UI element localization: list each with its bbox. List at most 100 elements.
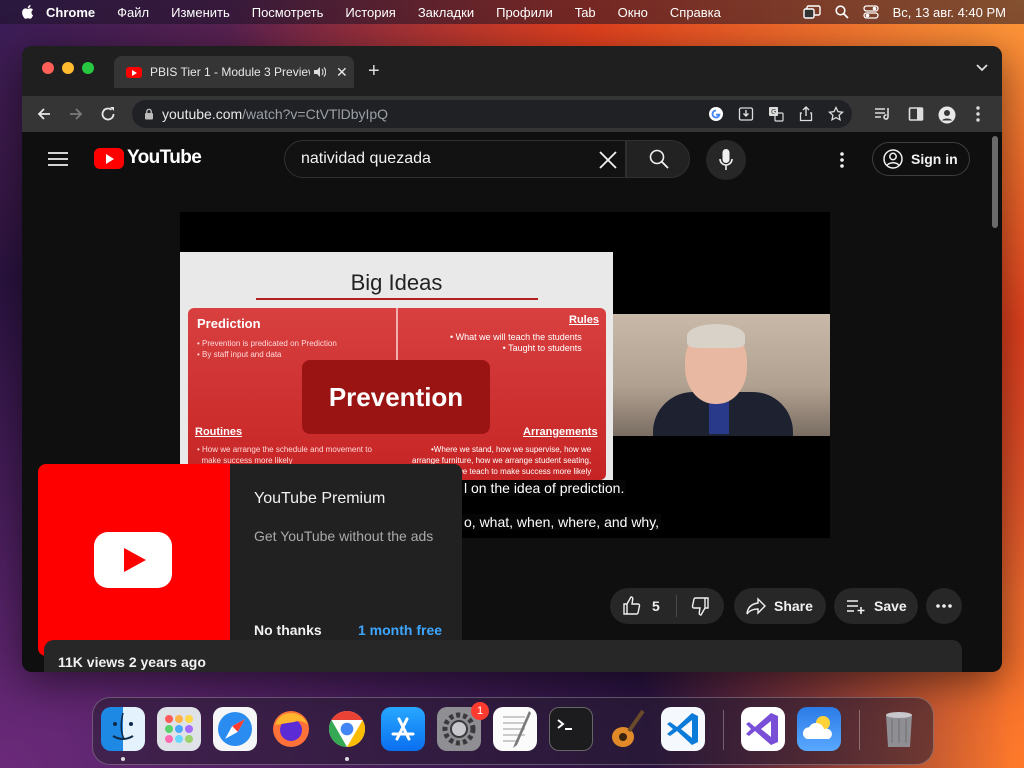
menu-tab[interactable]: Tab — [575, 5, 596, 20]
guide-menu-icon[interactable] — [48, 152, 68, 166]
slide-prevention: Prevention — [302, 360, 490, 434]
promo-title: YouTube Premium — [254, 490, 386, 507]
youtube-favicon-icon — [126, 66, 142, 78]
garageband-icon[interactable] — [605, 707, 649, 751]
video-description[interactable]: 11K views 2 years ago — [44, 640, 962, 672]
menubar-clock[interactable]: Вс, 13 авг. 4:40 PM — [893, 5, 1006, 20]
apple-icon[interactable] — [20, 4, 34, 20]
save-button[interactable]: Save — [834, 588, 918, 624]
launchpad-icon[interactable] — [157, 707, 201, 751]
youtube-premium-promo: YouTube Premium Get YouTube without the … — [38, 464, 462, 656]
search-query: natividad quezada — [301, 150, 431, 167]
chrome-window: PBIS Tier 1 - Module 3 Preview ✕ + youtu… — [22, 46, 1002, 672]
install-app-icon[interactable] — [738, 106, 754, 122]
address-bar[interactable]: youtube.com/watch?v=CtVTlDbyIpQ G — [132, 100, 852, 128]
chrome-icon[interactable] — [325, 707, 369, 751]
url-host: youtube.com — [162, 106, 243, 122]
menu-edit[interactable]: Изменить — [171, 5, 230, 20]
dock-separator-trash — [859, 710, 860, 750]
speaker-video-inset — [613, 314, 830, 436]
side-panel-icon[interactable] — [908, 106, 924, 122]
vscode-icon[interactable] — [661, 707, 705, 751]
back-arrow-icon[interactable] — [36, 106, 52, 122]
audio-playing-icon[interactable] — [314, 67, 326, 77]
menu-history[interactable]: История — [345, 5, 395, 20]
page-scrollbar[interactable] — [990, 134, 1000, 670]
app-store-icon[interactable] — [381, 707, 425, 751]
menu-view[interactable]: Посмотреть — [252, 5, 324, 20]
like-button[interactable]: 5 — [610, 588, 676, 624]
sign-in-button[interactable]: Sign in — [872, 142, 970, 176]
site-info-icon[interactable] — [144, 108, 154, 120]
trash-icon[interactable] — [877, 707, 921, 751]
forward-arrow-icon[interactable] — [68, 106, 84, 122]
view-count-and-date: 11K views 2 years ago — [58, 654, 206, 670]
slide-title: Big Ideas — [350, 270, 443, 295]
settings-notification-badge: 1 — [471, 702, 489, 720]
microphone-icon — [719, 149, 733, 170]
close-window-button[interactable] — [42, 62, 54, 74]
promo-subtitle: Get YouTube without the ads — [254, 528, 434, 544]
textedit-icon[interactable] — [493, 707, 537, 751]
dislike-button[interactable] — [677, 588, 723, 624]
settings-more-icon[interactable] — [840, 152, 844, 168]
slide-arrangements: Arrangements — [523, 426, 598, 438]
control-center-icon[interactable] — [862, 5, 879, 19]
one-month-free-button[interactable]: 1 month free — [358, 622, 442, 638]
menu-help[interactable]: Справка — [670, 5, 721, 20]
spotlight-search-icon[interactable] — [834, 5, 849, 19]
sign-in-label: Sign in — [911, 151, 958, 167]
slide-panel-split — [396, 308, 398, 368]
share-button[interactable]: Share — [734, 588, 826, 624]
scrollbar-thumb[interactable] — [992, 136, 998, 228]
terminal-icon[interactable] — [549, 707, 593, 751]
screen-mirroring-icon[interactable] — [802, 5, 821, 19]
new-tab-icon[interactable]: + — [368, 60, 380, 83]
reload-icon[interactable] — [100, 106, 116, 122]
weather-icon[interactable] — [797, 707, 841, 751]
caption-line-1: l on the idea of prediction. — [462, 480, 627, 496]
thumbs-up-icon — [623, 596, 641, 615]
youtube-logo-text: YouTube — [127, 147, 202, 168]
google-lens-icon[interactable] — [708, 106, 724, 122]
finder-icon[interactable] — [101, 707, 145, 751]
youtube-header: YouTube natividad quezada Sign in — [22, 132, 988, 188]
chrome-menu-icon[interactable] — [976, 106, 980, 122]
close-tab-icon[interactable]: ✕ — [336, 64, 348, 81]
reading-list-icon[interactable] — [874, 106, 892, 122]
voice-search-button[interactable] — [706, 140, 746, 180]
slide-rules: Rules — [569, 314, 599, 326]
clear-search-icon[interactable] — [597, 149, 619, 171]
more-actions-button[interactable] — [926, 588, 962, 624]
menu-chrome[interactable]: Chrome — [46, 5, 95, 20]
profile-avatar-icon[interactable] — [938, 106, 956, 124]
search-icon — [649, 149, 669, 169]
like-dislike-group: 5 — [610, 588, 724, 624]
menu-bookmarks[interactable]: Закладки — [418, 5, 474, 20]
no-thanks-button[interactable]: No thanks — [254, 622, 322, 638]
thumbs-down-icon — [691, 597, 709, 616]
menu-file[interactable]: Файл — [117, 5, 149, 20]
visual-studio-icon[interactable] — [741, 707, 785, 751]
youtube-logo[interactable]: YouTube — [94, 147, 202, 169]
safari-icon[interactable] — [213, 707, 257, 751]
minimize-window-button[interactable] — [62, 62, 74, 74]
tab-search-chevron-icon[interactable] — [976, 64, 988, 72]
slide-prediction: Prediction — [197, 316, 261, 331]
menu-window[interactable]: Окно — [618, 5, 648, 20]
search-button[interactable] — [626, 140, 690, 178]
slide-divider — [256, 298, 538, 300]
tab-youtube-video[interactable]: PBIS Tier 1 - Module 3 Preview ✕ — [114, 56, 354, 88]
share-page-icon[interactable] — [798, 106, 814, 122]
translate-icon[interactable]: G — [768, 106, 784, 122]
bookmark-star-icon[interactable] — [828, 106, 844, 122]
firefox-icon[interactable] — [269, 707, 313, 751]
like-count: 5 — [652, 598, 660, 614]
speaker-hair — [687, 324, 745, 348]
dock-separator — [723, 710, 724, 750]
search-input[interactable]: natividad quezada — [284, 140, 626, 178]
menu-profiles[interactable]: Профили — [496, 5, 553, 20]
share-arrow-icon — [746, 597, 766, 615]
zoom-window-button[interactable] — [82, 62, 94, 74]
dock: 1 — [92, 697, 934, 765]
